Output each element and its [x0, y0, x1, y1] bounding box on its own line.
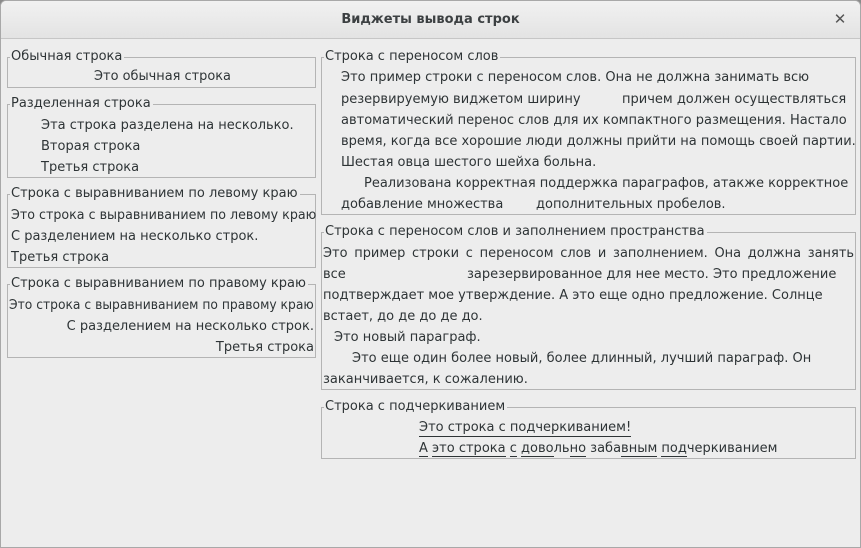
frame-split: Разделенная строка Эта строка разделена … — [7, 96, 316, 178]
frame-wrap: Строка с переносом слов Это пример строк… — [321, 49, 856, 215]
window-title: Виджеты вывода строк — [341, 12, 520, 27]
frame-right: Строка с выравниванием по правому краю Э… — [7, 276, 316, 358]
wrap-line-4: время, когда все хорошие люди должны при… — [341, 134, 856, 149]
wrap-line-2a: резервируемую виджетом ширину — [341, 92, 581, 107]
plain-label: Это обычная строка — [94, 69, 231, 84]
close-icon[interactable]: ✕ — [832, 10, 848, 28]
frame-wrap-legend: Строка с переносом слов — [324, 49, 501, 65]
frame-plain: Обычная строка Это обычная строка — [7, 49, 316, 88]
underline-segment: дово — [521, 441, 554, 457]
frame-left: Строка с выравниванием по левому краю Эт… — [7, 186, 317, 268]
wrap-line-6: Реализована корректная поддержка парагра… — [364, 176, 849, 191]
fill-line-2b: зарезервированное для нее место. Это пре… — [467, 267, 837, 282]
frame-fill: Строка с переносом слов и заполнением пр… — [321, 224, 856, 390]
right-line-3: Третья строка — [215, 340, 314, 355]
frame-underline-legend: Строка с подчеркиванием — [324, 399, 508, 415]
dialog-window: Виджеты вывода строк ✕ Обычная строка Эт… — [0, 0, 861, 548]
frame-plain-legend: Обычная строка — [10, 49, 125, 65]
fill-line-3: подтверждает мое утверждение. А это еще … — [323, 288, 823, 303]
underline-segment: но — [569, 441, 587, 457]
underline-segment: вным — [621, 441, 658, 457]
fill-line-6: Это еще один более новый, более длинный,… — [352, 351, 812, 366]
underline-segment: это строка — [432, 441, 506, 457]
frame-underline: Строка с подчеркиванием Это строка с под… — [321, 399, 856, 459]
wrap-line-5: Шестая овца шестого шейха больна. — [341, 155, 597, 170]
frame-split-legend: Разделенная строка — [10, 96, 153, 112]
wrap-line-1: Это пример строки с переносом слов. Она … — [341, 70, 810, 85]
underline-segment: с — [509, 441, 517, 457]
right-line-2: С разделением на несколько строк. — [66, 319, 314, 334]
frame-left-legend: Строка с выравниванием по левому краю — [10, 186, 300, 202]
left-line-3: Третья строка — [11, 250, 110, 265]
frame-fill-legend: Строка с переносом слов и заполнением пр… — [324, 224, 707, 240]
underline-segment: под — [661, 441, 687, 457]
plain-segment: заба — [590, 441, 622, 456]
fill-line-1: Это пример строки с переносом слов и зап… — [323, 246, 854, 261]
left-line-1: Это строка с выравниванием по левому кра… — [11, 208, 317, 223]
fill-line-2a: все — [323, 267, 346, 282]
plain-segment: черкиванием — [686, 441, 778, 456]
wrap-line-7b: дополнительных пробелов. — [536, 197, 726, 212]
underline-segment: А — [419, 441, 428, 457]
underline-line-1: Это строка с подчеркиванием! — [419, 420, 632, 437]
left-line-2: С разделением на несколько строк. — [11, 229, 259, 244]
plain-segment: ль — [553, 441, 570, 456]
fill-line-7: заканчивается, к сожалению. — [323, 372, 528, 387]
split-line-2: Вторая строка — [41, 139, 141, 154]
frame-right-legend: Строка с выравниванием по правому краю — [10, 276, 308, 292]
fill-line-4: встает, до де до де до. — [323, 309, 483, 324]
split-line-1: Эта строка разделена на несколько. — [41, 118, 294, 133]
split-line-3: Третья строка — [41, 160, 140, 175]
fill-line-5: Это новый параграф. — [334, 330, 481, 345]
wrap-line-3: автоматический перенос слов для их компа… — [341, 113, 847, 128]
right-line-1: Это строка с выравниванием по правому кр… — [9, 298, 314, 313]
underline-line-2: А это строка с довольно забавным подчерк… — [419, 441, 778, 457]
wrap-line-2b: причем должен осуществляться — [622, 92, 847, 107]
title-bar[interactable]: Виджеты вывода строк ✕ — [1, 1, 860, 39]
wrap-line-7a: добавление множества — [341, 197, 504, 212]
